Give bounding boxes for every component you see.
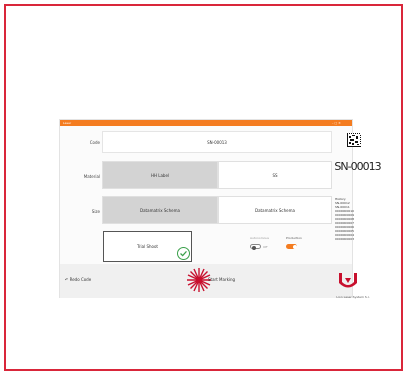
autonomous-state: Off (263, 245, 268, 249)
history-item: 0000000003 (335, 237, 355, 241)
production-label: Production (286, 236, 302, 240)
autonomous-toggle[interactable] (250, 244, 261, 250)
size-option-1[interactable]: Datamatrix Schema (102, 196, 218, 224)
material-option-ss[interactable]: SS (218, 161, 332, 189)
start-marking-button[interactable]: Start Marking (208, 277, 235, 282)
toggle-knob (292, 244, 297, 249)
check-icon (177, 247, 190, 260)
size-label: Size (91, 209, 100, 214)
company-logo-icon (339, 273, 357, 288)
redo-code-button[interactable]: ↶ Redo Code (65, 277, 91, 282)
window-controls[interactable]: – □ ✕ (332, 120, 341, 126)
production-toggle[interactable] (286, 244, 297, 249)
code-value: SN-00013 (207, 139, 227, 145)
serial-display: SN-00013 (334, 160, 381, 173)
material-option-label: SS (272, 172, 278, 178)
toggle-knob (251, 245, 256, 250)
size-option-label: Datamatrix Schema (140, 207, 180, 213)
title-bar: Laser – □ ✕ (60, 120, 352, 126)
material-label: Material (83, 174, 100, 179)
autonomous-label: Autonomous (250, 236, 269, 240)
code-field[interactable]: SN-00013 (102, 131, 332, 153)
size-option-label: Datamatrix Schema (255, 207, 295, 213)
material-option-hh-label[interactable]: HH Label (102, 161, 218, 189)
trial-shoot-label: Trial Shoot (137, 244, 158, 249)
window-title: Laser (63, 121, 72, 125)
material-option-label: HH Label (150, 172, 170, 178)
code-label: Code (89, 140, 100, 145)
laser-app-window: Laser – □ ✕ Code SN-00013 SN-00013 Mater… (59, 119, 382, 299)
history-panel: History SN-00012 SN-00011 0000000010 000… (335, 197, 377, 241)
size-option-2[interactable]: Datamatrix Schema (218, 196, 332, 224)
company-name: Lion Laser System S.r. (336, 295, 370, 299)
datamatrix-icon (347, 133, 361, 147)
